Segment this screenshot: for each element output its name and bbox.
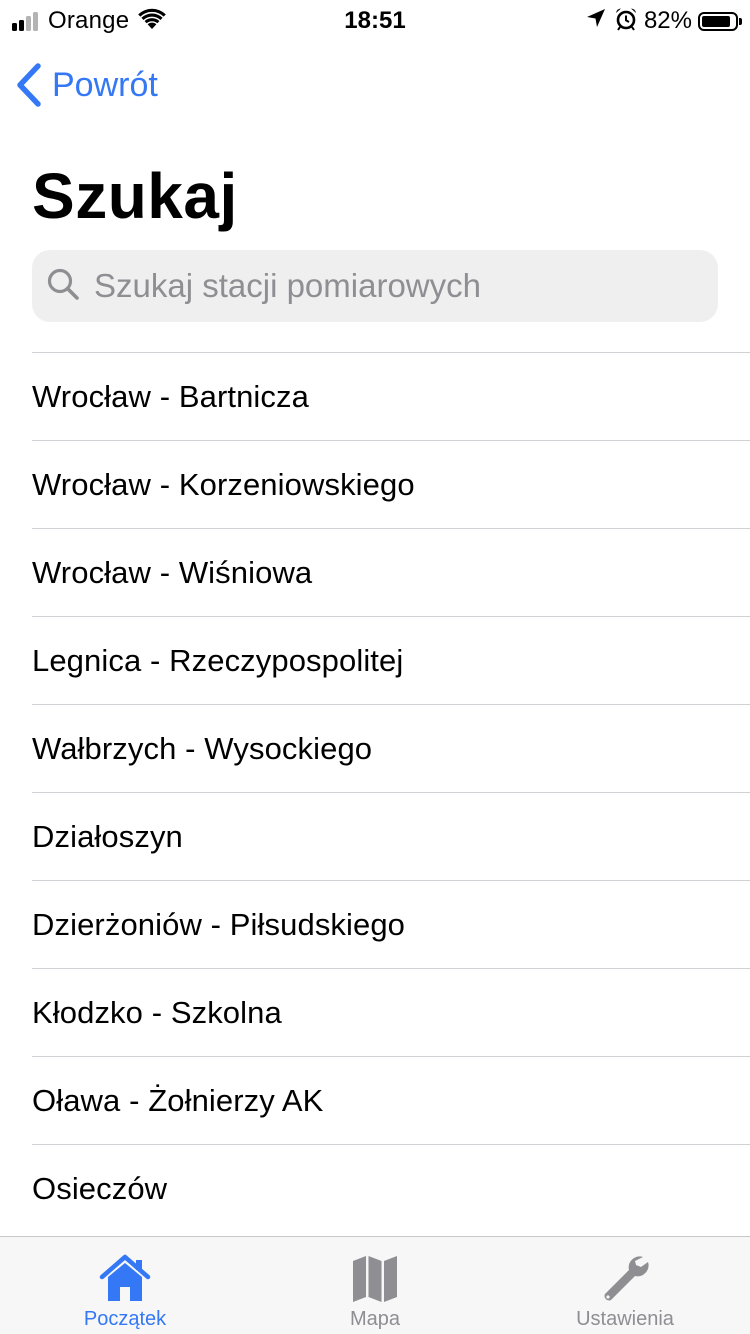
status-right: 82% <box>586 6 742 36</box>
list-item-station[interactable]: Wrocław - Bartnicza <box>32 352 750 440</box>
list-item-station[interactable]: Działoszyn <box>32 792 750 880</box>
list-item-station[interactable]: Wrocław - Wiśniowa <box>32 528 750 616</box>
tab-settings-label: Ustawienia <box>576 1308 674 1330</box>
battery-icon <box>698 11 742 31</box>
tab-home[interactable]: Początek <box>0 1237 250 1334</box>
back-button-label: Powrót <box>52 65 158 104</box>
search-bar[interactable] <box>32 250 718 322</box>
battery-percent: 82% <box>643 7 692 34</box>
list-item-station[interactable]: Wrocław - Korzeniowskiego <box>32 440 750 528</box>
tab-map-label: Mapa <box>349 1308 401 1330</box>
alarm-clock-icon <box>614 7 638 36</box>
list-item-station[interactable]: Oława - Żołnierzy AK <box>32 1056 750 1144</box>
status-bar: Orange 18:51 82% <box>0 0 750 40</box>
list-item-station[interactable]: Dzierżoniów - Piłsudskiego <box>32 880 750 968</box>
search-input[interactable] <box>92 266 676 306</box>
tab-home-label: Początek <box>83 1308 167 1330</box>
location-arrow-icon <box>586 8 606 35</box>
page-title: Szukaj <box>32 160 238 232</box>
wrench-icon <box>598 1253 652 1305</box>
station-list: Wrocław - Bartnicza Wrocław - Korzeniows… <box>32 352 750 1232</box>
search-icon <box>46 267 80 306</box>
tab-map[interactable]: Mapa <box>250 1237 500 1334</box>
chevron-left-icon <box>16 63 42 107</box>
list-item-station[interactable]: Legnica - Rzeczypospolitej <box>32 616 750 704</box>
list-item-station[interactable]: Wałbrzych - Wysockiego <box>32 704 750 792</box>
map-icon <box>348 1253 402 1305</box>
screen: Orange 18:51 82% Powrót Szukaj Szukaj st… <box>0 0 750 1334</box>
list-item-station[interactable]: Osieczów <box>32 1144 750 1232</box>
back-button[interactable]: Powrót <box>16 60 158 110</box>
house-icon <box>98 1253 152 1305</box>
tab-bar: Początek Mapa Ustawienia <box>0 1236 750 1334</box>
list-item-station[interactable]: Kłodzko - Szkolna <box>32 968 750 1056</box>
tab-settings[interactable]: Ustawienia <box>500 1237 750 1334</box>
